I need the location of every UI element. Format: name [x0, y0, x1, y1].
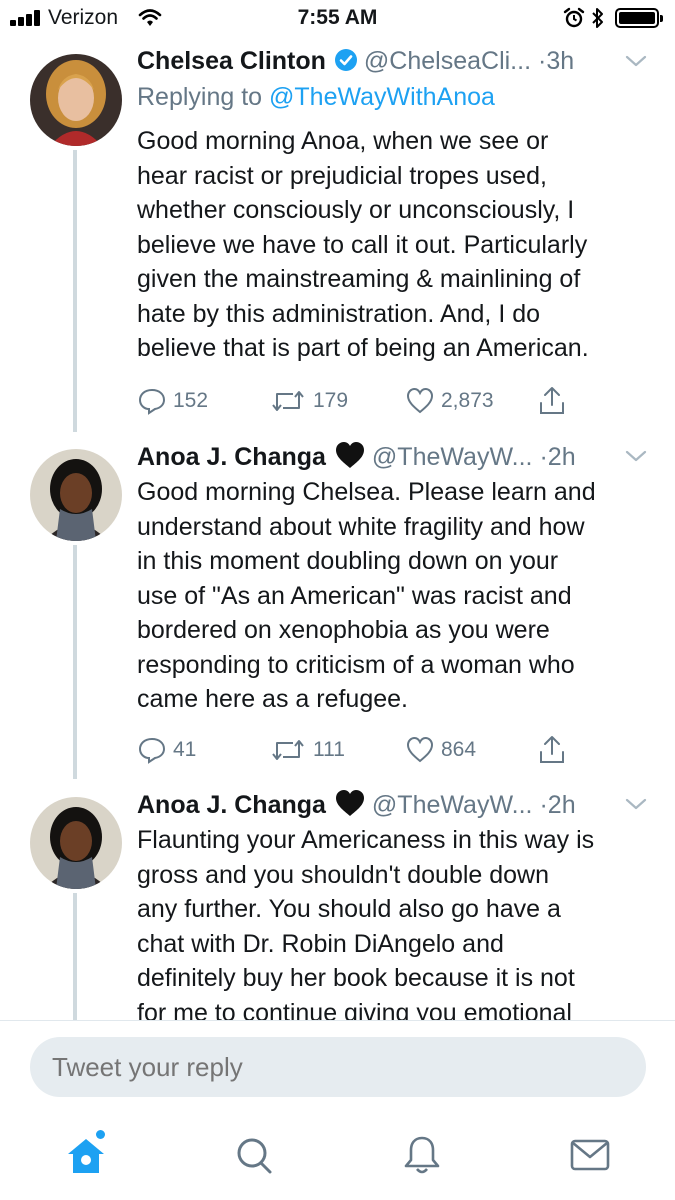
tweet-text-line: any further. You should also go have a: [137, 895, 561, 923]
tweet-reply-input[interactable]: [30, 1037, 646, 1097]
tweet-age: 3h: [546, 47, 575, 75]
tweet-text-line: use of "As an American" was racist and: [137, 581, 572, 610]
chevron-down-icon[interactable]: [623, 46, 649, 76]
reply-bar: [0, 1021, 675, 1121]
tweet-text-line: in this moment doubling down on your: [137, 547, 559, 575]
share-button[interactable]: [537, 384, 573, 418]
tweet-text-line: given the mainstreaming & mainlining of: [137, 265, 581, 293]
retweet-button[interactable]: 111: [269, 733, 345, 767]
user-handle[interactable]: @TheWayW...: [372, 791, 533, 819]
search-icon: [237, 1138, 272, 1174]
display-name[interactable]: Chelsea Clinton: [137, 47, 326, 75]
black-heart-emoji: [335, 790, 364, 816]
heart-icon: [406, 387, 434, 414]
separator-dot: ·: [539, 791, 548, 819]
tweet-text-line: bordered on xenophobia as you were: [137, 616, 550, 644]
tweet-text-line: Flaunting your Americaness in this way i…: [137, 826, 595, 854]
chevron-down-icon[interactable]: [623, 441, 649, 471]
share-icon: [540, 387, 564, 414]
tweet-text-line: came here as a refugee.: [137, 685, 408, 713]
thread-line: [73, 893, 77, 1020]
separator-dot: ·: [539, 443, 548, 471]
tweet-text-line: hear racist or prejudicial tropes used,: [137, 161, 547, 190]
thread-line: [73, 150, 77, 432]
tweet-text-line: responding to criticism of a woman who: [137, 650, 575, 679]
tweet-text-line: Good morning Chelsea. Please learn and: [137, 478, 596, 506]
tab-messages[interactable]: [566, 1131, 614, 1179]
retweet-count: 179: [313, 389, 349, 412]
tweet-actions: 41 111 864: [137, 733, 577, 767]
like-count: 864: [441, 738, 477, 761]
bell-icon: [404, 1136, 440, 1174]
share-icon: [540, 736, 564, 763]
tweet-header: Anoa J. Changa @TheWayW... ·2h: [137, 441, 657, 471]
tweet-text-line: believe we have to call it out. Particul…: [137, 230, 588, 259]
retweet-icon: [272, 740, 304, 760]
black-heart-emoji: [335, 442, 364, 468]
user-handle[interactable]: @TheWayW...: [372, 443, 533, 471]
reply-icon: [138, 737, 166, 764]
reply-count: 41: [173, 738, 197, 761]
tab-notifications[interactable]: [398, 1131, 446, 1179]
home-notification-dot: [96, 1130, 105, 1139]
replying-to-link[interactable]: @TheWayWithAnoa: [269, 83, 495, 111]
retweet-icon: [272, 391, 304, 411]
heart-icon: [406, 736, 434, 763]
avatar[interactable]: [30, 797, 122, 889]
tweet-age: 2h: [547, 443, 576, 471]
share-button[interactable]: [537, 733, 573, 767]
battery-icon: [615, 8, 663, 28]
reply-button[interactable]: 152: [137, 384, 208, 418]
replying-to-label: Replying to: [137, 83, 263, 111]
like-button[interactable]: 2,873: [405, 384, 494, 418]
tweet-text-line: hate by this administration. And, I do: [137, 299, 541, 328]
tweet-text-line: Good morning Anoa, when we see or: [137, 127, 549, 155]
tab-search[interactable]: [230, 1131, 278, 1179]
retweet-count: 111: [313, 738, 345, 761]
replying-to: Replying to @TheWayWithAnoa: [137, 82, 495, 112]
tweet-age: 2h: [547, 791, 576, 819]
mail-icon: [570, 1139, 610, 1171]
verified-badge-icon: [334, 49, 357, 71]
tweet[interactable]: Anoa J. Changa @TheWayW... ·2h Flaunting…: [0, 789, 675, 1020]
home-icon: [68, 1139, 104, 1173]
tweet-text-line: understand about white fragility and how: [137, 512, 585, 541]
reply-button[interactable]: 41: [137, 733, 196, 767]
tweet-text-line: for me to continue giving you emotional: [137, 998, 572, 1021]
display-name[interactable]: Anoa J. Changa: [137, 791, 326, 819]
tweet-text: Good morning Chelsea. Please learn and u…: [137, 475, 657, 717]
tweet-text-line: chat with Dr. Robin DiAngelo and: [137, 929, 504, 958]
tweet-text-line: whether consciously or unconsciously, I: [137, 196, 575, 224]
avatar[interactable]: [30, 449, 122, 541]
tweet-header: Anoa J. Changa @TheWayW... ·2h: [137, 789, 657, 819]
chevron-down-icon[interactable]: [623, 789, 649, 819]
like-button[interactable]: 864: [405, 733, 476, 767]
thread-line: [73, 545, 77, 779]
reply-icon: [138, 388, 166, 415]
display-name[interactable]: Anoa J. Changa: [137, 443, 326, 471]
tweet-text-line: believe that is part of being an America…: [137, 334, 589, 362]
tweet-actions: 152 179 2,873: [137, 384, 577, 418]
tweet[interactable]: Chelsea Clinton @ChelseaCli... ·3h Reply…: [0, 46, 675, 432]
reply-count: 152: [173, 389, 209, 412]
tweet-header: Chelsea Clinton @ChelseaCli... ·3h: [137, 46, 657, 76]
retweet-button[interactable]: 179: [269, 384, 348, 418]
avatar[interactable]: [30, 54, 122, 146]
tweet-text: Good morning Anoa, when we see or hear r…: [137, 124, 657, 366]
tweet-text-line: definitely buy her book because it is no…: [137, 964, 575, 992]
like-count: 2,873: [441, 389, 494, 412]
tweet[interactable]: Anoa J. Changa @TheWayW... ·2h Good morn…: [0, 441, 675, 779]
alarm-icon: [563, 7, 585, 28]
bluetooth-icon: [592, 8, 603, 28]
user-handle[interactable]: @ChelseaCli...: [364, 47, 531, 75]
status-bar: Verizon 7:55 AM: [0, 0, 675, 36]
tweet-text-line: gross and you shouldn't double down: [137, 860, 550, 889]
tweet-text: Flaunting your Americaness in this way i…: [137, 823, 657, 1020]
